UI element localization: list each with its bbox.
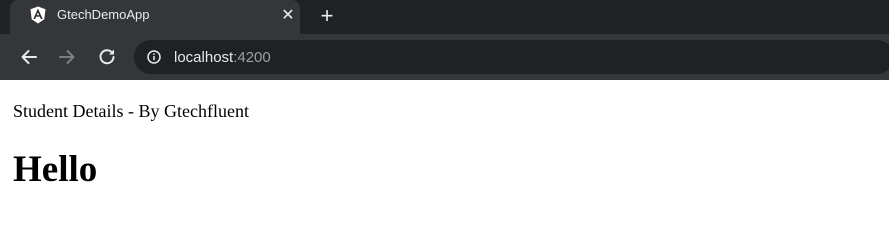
reload-icon[interactable] <box>96 46 118 68</box>
browser-toolbar: localhost:4200 <box>0 34 889 80</box>
plus-icon[interactable]: + <box>314 4 340 28</box>
info-circle-icon[interactable] <box>147 50 161 64</box>
page-heading: Hello <box>13 149 98 190</box>
tab-strip: GtechDemoApp ✕ + <box>0 0 889 34</box>
url-host: localhost <box>174 49 234 66</box>
browser-tab[interactable]: GtechDemoApp ✕ <box>10 0 300 34</box>
browser-window: GtechDemoApp ✕ + localhost:4200 Student … <box>0 0 889 202</box>
arrow-left-icon[interactable] <box>18 46 40 68</box>
close-icon[interactable]: ✕ <box>278 6 298 26</box>
page-content: Student Details - By Gtechfluent Hello <box>0 80 889 202</box>
address-bar[interactable]: localhost:4200 <box>134 40 889 74</box>
url-port: :4200 <box>233 49 271 66</box>
page-subtitle: Student Details - By Gtechfluent <box>13 101 249 121</box>
tab-title: GtechDemoApp <box>57 7 150 22</box>
arrow-right-icon[interactable] <box>56 46 78 68</box>
url-text[interactable]: localhost:4200 <box>174 49 271 66</box>
angular-logo-icon <box>30 6 46 24</box>
